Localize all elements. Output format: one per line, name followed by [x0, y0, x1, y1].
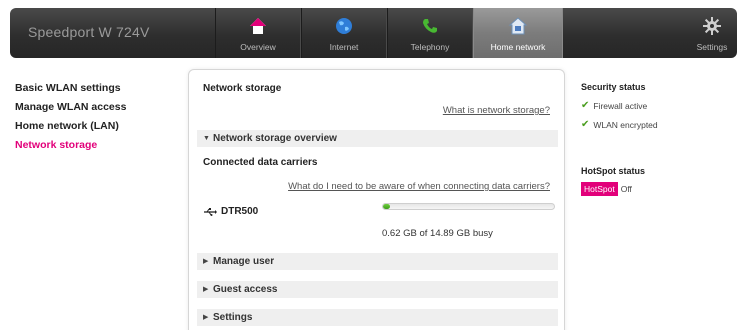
wlan-status: ✔ WLAN encrypted	[581, 119, 731, 130]
sidebar-item-manage-wlan-access[interactable]: Manage WLAN access	[15, 101, 175, 120]
home-icon	[250, 18, 266, 34]
network-storage-panel: Network storage What is network storage?…	[188, 69, 565, 330]
storage-usage-text: 0.62 GB of 14.89 GB busy	[382, 228, 493, 239]
chevron-right-icon: ▶	[203, 286, 209, 293]
device-name: DTR500	[221, 206, 259, 217]
device-row: DTR500	[203, 206, 258, 217]
connected-data-carriers-heading: Connected data carriers	[203, 157, 318, 168]
chevron-right-icon: ▶	[203, 314, 209, 321]
tab-telephony-label: Telephony	[410, 42, 450, 52]
sidebar-item-network-storage[interactable]: Network storage	[15, 139, 175, 158]
wlan-status-text: WLAN encrypted	[593, 119, 658, 130]
phone-icon	[423, 19, 437, 33]
home-network-icon	[508, 17, 528, 35]
check-icon: ✔	[581, 119, 590, 130]
tab-internet-label: Internet	[329, 42, 359, 52]
sidebar-item-home-network-lan[interactable]: Home network (LAN)	[15, 120, 175, 139]
tab-overview[interactable]: Overview	[215, 8, 301, 58]
storage-usage-fill	[383, 204, 391, 209]
brand-name: Speedport W 724V	[28, 24, 150, 40]
page-title: Network storage	[203, 83, 282, 94]
gear-icon	[703, 17, 721, 35]
sidebar-item-basic-wlan-settings[interactable]: Basic WLAN settings	[15, 82, 175, 101]
data-carriers-help-link[interactable]: What do I need to be aware of when conne…	[288, 181, 550, 192]
check-icon: ✔	[581, 100, 590, 111]
hotspot-badge: HotSpot	[581, 182, 618, 196]
firewall-status: ✔ Firewall active	[581, 100, 731, 111]
globe-icon	[336, 18, 352, 34]
guest-access-header[interactable]: ▶ Guest access	[197, 281, 558, 298]
security-status-heading: Security status	[581, 82, 646, 92]
tab-settings-label: Settings	[696, 42, 728, 52]
hotspot-status: HotSpot Off	[581, 182, 731, 196]
tab-overview-label: Overview	[240, 42, 276, 52]
tab-settings[interactable]: Settings	[687, 8, 737, 58]
usb-icon	[204, 207, 217, 216]
tab-telephony[interactable]: Telephony	[387, 8, 473, 58]
section-label: Settings	[213, 312, 253, 323]
manage-user-header[interactable]: ▶ Manage user	[197, 253, 558, 270]
storage-usage-bar	[382, 203, 555, 210]
chevron-right-icon: ▶	[203, 258, 209, 265]
network-storage-overview-header[interactable]: ▼ Network storage overview	[197, 130, 558, 147]
hotspot-state: Off	[620, 184, 632, 194]
tab-home-network[interactable]: Home network	[473, 8, 563, 58]
firewall-status-text: Firewall active	[593, 100, 648, 111]
what-is-network-storage-link[interactable]: What is network storage?	[443, 105, 550, 116]
status-panel: Security status ✔ Firewall active ✔ WLAN e…	[581, 82, 731, 196]
section-label: Guest access	[213, 284, 278, 295]
chevron-down-icon: ▼	[203, 135, 210, 142]
section-label: Network storage overview	[213, 133, 337, 144]
top-navigation-bar: Speedport W 724V Overview Internet Telep…	[10, 8, 737, 58]
tab-home-network-label: Home network	[490, 42, 546, 52]
tab-internet[interactable]: Internet	[301, 8, 387, 58]
settings-header[interactable]: ▶ Settings	[197, 309, 558, 326]
sidebar: Basic WLAN settings Manage WLAN access H…	[15, 82, 175, 158]
hotspot-status-heading: HotSpot status	[581, 166, 645, 176]
section-label: Manage user	[213, 256, 275, 267]
